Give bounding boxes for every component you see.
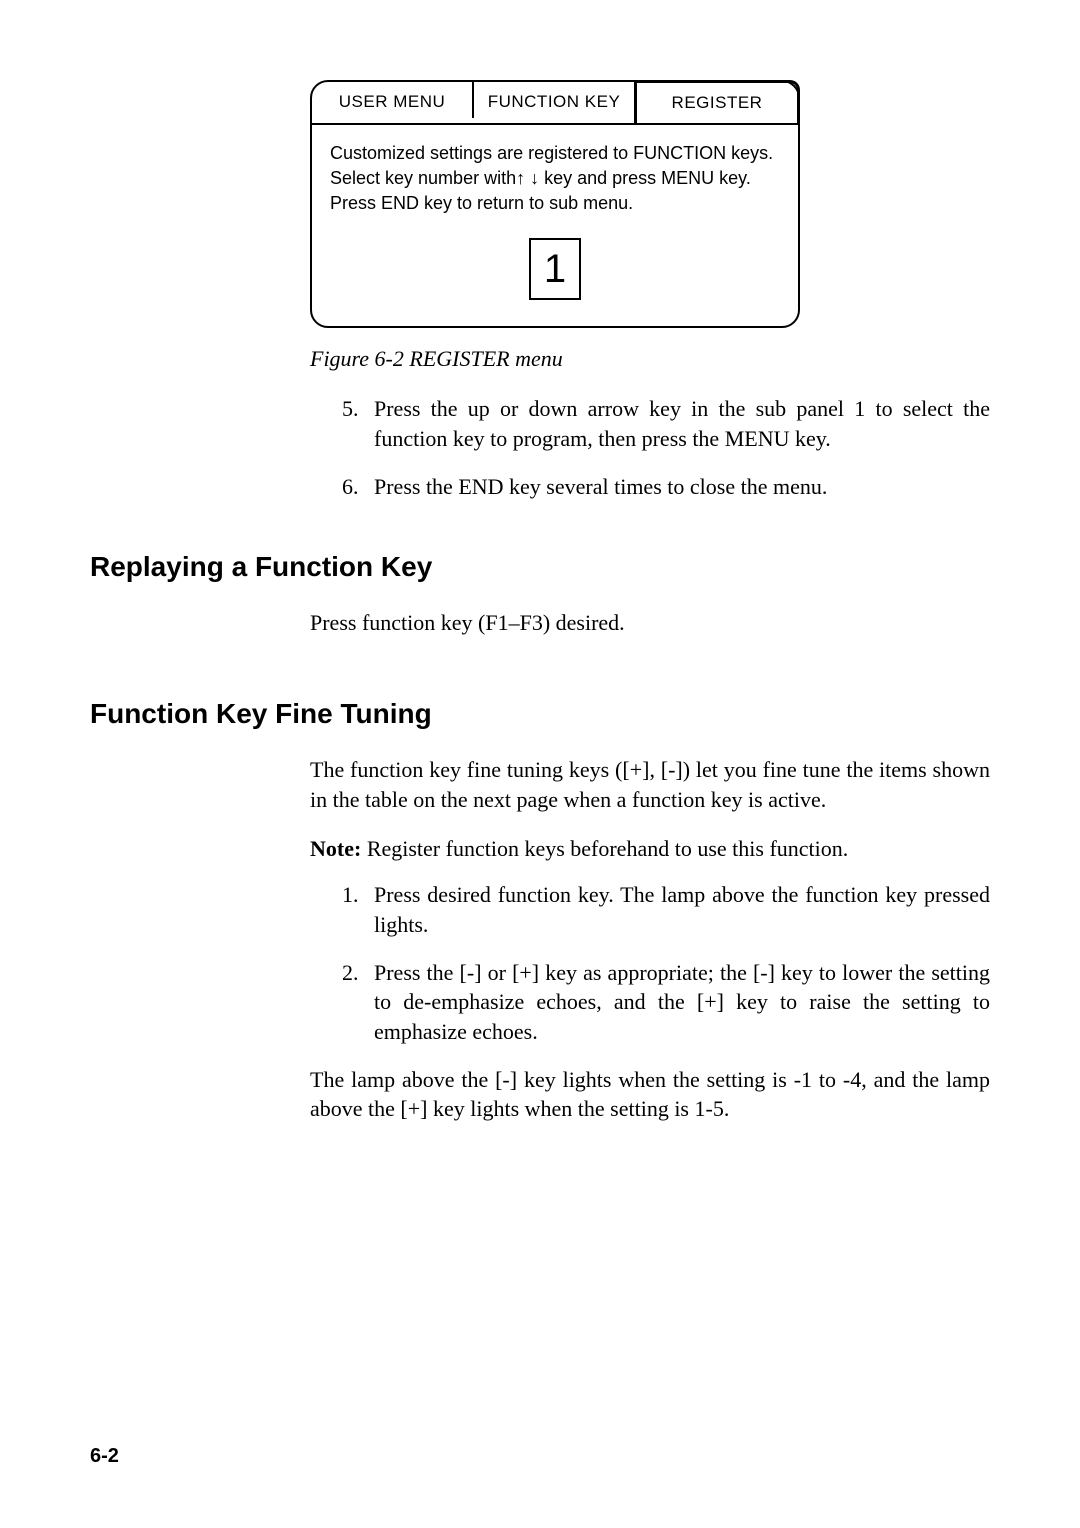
content-column: USER MENU FUNCTION KEY REGISTER Customiz…	[90, 80, 990, 501]
page: USER MENU FUNCTION KEY REGISTER Customiz…	[0, 0, 1080, 1528]
heading-replaying: Replaying a Function Key	[90, 551, 990, 583]
tuning-intro: The function key fine tuning keys ([+], …	[310, 755, 990, 814]
list-number: 6.	[342, 472, 374, 502]
tab-user-menu: USER MENU	[312, 82, 472, 123]
list-text: Press the [-] or [+] key as appropriate;…	[374, 958, 990, 1047]
content-column: The function key fine tuning keys ([+], …	[90, 755, 990, 1124]
register-body: Customized settings are registered to FU…	[312, 125, 798, 327]
note-text: Register function keys beforehand to use…	[367, 836, 848, 861]
list-number: 1.	[342, 880, 374, 939]
tuning-outro: The lamp above the [-] key lights when t…	[310, 1065, 990, 1124]
list-item: 6. Press the END key several times to cl…	[342, 472, 990, 502]
steps-list-1: 5. Press the up or down arrow key in the…	[310, 394, 990, 501]
list-item: 5. Press the up or down arrow key in the…	[342, 394, 990, 453]
note-line: Note: Register function keys beforehand …	[310, 834, 990, 864]
selected-key-number: 1	[529, 238, 581, 300]
tab-register: REGISTER	[634, 80, 800, 123]
content-column: Press function key (F1–F3) desired.	[90, 608, 990, 638]
list-item: 2. Press the [-] or [+] key as appropria…	[342, 958, 990, 1047]
breadcrumb-tabs: USER MENU FUNCTION KEY REGISTER	[312, 82, 798, 125]
list-text: Press the END key several times to close…	[374, 472, 990, 502]
down-arrow-icon: ↓	[530, 168, 539, 188]
heading-fine-tuning: Function Key Fine Tuning	[90, 698, 990, 730]
register-line-1: Customized settings are registered to FU…	[330, 141, 780, 166]
figure-caption: Figure 6-2 REGISTER menu	[310, 346, 990, 372]
list-text: Press the up or down arrow key in the su…	[374, 394, 990, 453]
replay-text: Press function key (F1–F3) desired.	[310, 608, 990, 638]
register-line-3: Press END key to return to sub menu.	[330, 191, 780, 216]
list-number: 5.	[342, 394, 374, 453]
register-line-2: Select key number with↑ ↓ key and press …	[330, 166, 780, 191]
register-line-2a: Select key number with	[330, 168, 516, 188]
steps-list-2: 1. Press desired function key. The lamp …	[310, 880, 990, 1046]
page-number: 6-2	[90, 1445, 119, 1468]
tab-function-key: FUNCTION KEY	[474, 82, 634, 123]
list-number: 2.	[342, 958, 374, 1047]
register-line-2b: key and press MENU key.	[539, 168, 751, 188]
register-menu-figure: USER MENU FUNCTION KEY REGISTER Customiz…	[310, 80, 800, 328]
list-text: Press desired function key. The lamp abo…	[374, 880, 990, 939]
up-arrow-icon: ↑	[516, 168, 525, 188]
list-item: 1. Press desired function key. The lamp …	[342, 880, 990, 939]
note-label: Note:	[310, 836, 361, 861]
